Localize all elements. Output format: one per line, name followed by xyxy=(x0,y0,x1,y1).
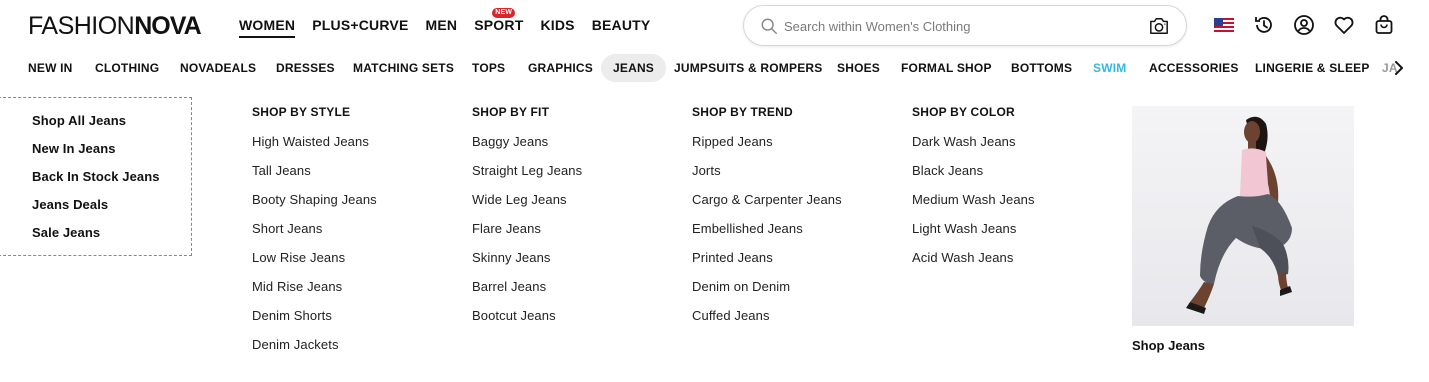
menu-link[interactable]: Tall Jeans xyxy=(252,156,377,185)
cat-swim[interactable]: SWIM xyxy=(1093,54,1126,82)
jeans-quick-links: Shop All Jeans New In Jeans Back In Stoc… xyxy=(0,97,192,256)
cat-bottoms[interactable]: BOTTOMS xyxy=(1011,54,1072,82)
menu-link[interactable]: Medium Wash Jeans xyxy=(912,185,1035,214)
menu-link[interactable]: Embellished Jeans xyxy=(692,214,842,243)
menu-link[interactable]: Cargo & Carpenter Jeans xyxy=(692,185,842,214)
menu-link[interactable]: Barrel Jeans xyxy=(472,272,582,301)
menu-link[interactable]: Black Jeans xyxy=(912,156,1035,185)
nav-beauty-label: BEAUTY xyxy=(591,17,651,33)
cat-formal-shop[interactable]: FORMAL SHOP xyxy=(901,54,992,82)
nav-sport-label: SPORT xyxy=(474,17,524,33)
cat-novadeals[interactable]: NOVADEALS xyxy=(180,54,256,82)
camera-search-icon[interactable] xyxy=(1148,16,1170,36)
quick-link[interactable]: New In Jeans xyxy=(32,135,191,163)
nav-men-label: MEN xyxy=(425,17,458,33)
cat-matching-sets[interactable]: MATCHING SETS xyxy=(353,54,454,82)
nav-women-label: WOMEN xyxy=(239,17,296,33)
history-icon[interactable] xyxy=(1253,14,1275,36)
cat-new-in[interactable]: NEW IN xyxy=(28,54,73,82)
us-flag-icon[interactable] xyxy=(1213,14,1235,36)
cat-dresses[interactable]: DRESSES xyxy=(276,54,335,82)
menu-link[interactable]: Low Rise Jeans xyxy=(252,243,377,272)
cat-jumpsuits-rompers[interactable]: JUMPSUITS & ROMPERS xyxy=(674,54,823,82)
cat-tops[interactable]: TOPS xyxy=(472,54,505,82)
menu-link[interactable]: Baggy Jeans xyxy=(472,127,582,156)
menu-link[interactable]: Acid Wash Jeans xyxy=(912,243,1035,272)
column-heading: SHOP BY STYLE xyxy=(252,105,351,119)
site-header: FASHIONNOVA WOMEN PLUS+CURVE MEN NEW SPO… xyxy=(0,0,1429,50)
search-bar xyxy=(743,5,1187,46)
nav-kids[interactable]: KIDS xyxy=(540,17,574,33)
cat-shoes[interactable]: SHOES xyxy=(837,54,880,82)
cat-lingerie-sleep[interactable]: LINGERIE & SLEEP xyxy=(1255,54,1370,82)
nav-plus-curve-label: PLUS+CURVE xyxy=(312,17,409,33)
new-badge: NEW xyxy=(492,8,516,18)
nav-women[interactable]: WOMEN xyxy=(239,17,296,38)
column-shop-by-trend: SHOP BY TREND Ripped Jeans Jorts Cargo &… xyxy=(692,104,842,330)
menu-link[interactable]: Denim Jackets xyxy=(252,330,377,359)
column-shop-by-fit: SHOP BY FIT Baggy Jeans Straight Leg Jea… xyxy=(472,104,582,330)
quick-link[interactable]: Sale Jeans xyxy=(32,219,191,247)
column-shop-by-style: SHOP BY STYLE High Waisted Jeans Tall Je… xyxy=(252,104,377,359)
cat-graphics[interactable]: GRAPHICS xyxy=(528,54,593,82)
promo-image[interactable] xyxy=(1132,106,1354,326)
menu-link[interactable]: Skinny Jeans xyxy=(472,243,582,272)
nav-sport[interactable]: NEW SPORT xyxy=(474,8,524,33)
column-shop-by-color: SHOP BY COLOR Dark Wash Jeans Black Jean… xyxy=(912,104,1035,272)
menu-link[interactable]: High Waisted Jeans xyxy=(252,127,377,156)
header-utilities xyxy=(1213,14,1413,36)
logo-text-part1: FASHION xyxy=(28,12,135,40)
menu-link[interactable]: Cuffed Jeans xyxy=(692,301,842,330)
column-heading: SHOP BY TREND xyxy=(692,105,793,119)
menu-link[interactable]: Printed Jeans xyxy=(692,243,842,272)
menu-link[interactable]: Mid Rise Jeans xyxy=(252,272,377,301)
menu-link[interactable]: Wide Leg Jeans xyxy=(472,185,582,214)
chevron-right-icon[interactable] xyxy=(1392,60,1406,76)
column-heading: SHOP BY FIT xyxy=(472,105,550,119)
shopping-bag-icon[interactable] xyxy=(1373,14,1395,36)
menu-link[interactable]: Straight Leg Jeans xyxy=(472,156,582,185)
shop-jeans-link[interactable]: Shop Jeans xyxy=(1132,338,1205,353)
menu-link[interactable]: Jorts xyxy=(692,156,842,185)
menu-link[interactable]: Dark Wash Jeans xyxy=(912,127,1035,156)
category-nav: NEW IN CLOTHING NOVADEALS DRESSES MATCHI… xyxy=(0,54,1429,82)
model-photo xyxy=(1132,106,1354,326)
fashion-nova-logo[interactable]: FASHIONNOVA xyxy=(28,12,202,40)
menu-link[interactable]: Flare Jeans xyxy=(472,214,582,243)
menu-link[interactable]: Light Wash Jeans xyxy=(912,214,1035,243)
column-heading: SHOP BY COLOR xyxy=(912,105,1015,119)
menu-link[interactable]: Short Jeans xyxy=(252,214,377,243)
cat-clothing[interactable]: CLOTHING xyxy=(95,54,159,82)
quick-link[interactable]: Jeans Deals xyxy=(32,191,191,219)
nav-beauty[interactable]: BEAUTY xyxy=(592,17,651,33)
nav-plus-curve[interactable]: PLUS+CURVE xyxy=(312,17,408,33)
quick-link[interactable]: Shop All Jeans xyxy=(32,107,191,135)
cat-accessories[interactable]: ACCESSORIES xyxy=(1149,54,1239,82)
logo-text-part2: NOVA xyxy=(134,12,201,40)
wishlist-heart-icon[interactable] xyxy=(1333,14,1355,36)
cat-jeans[interactable]: JEANS xyxy=(601,54,667,82)
account-icon[interactable] xyxy=(1293,14,1315,36)
primary-nav: WOMEN PLUS+CURVE MEN NEW SPORT KIDS BEAU… xyxy=(239,8,667,38)
menu-link[interactable]: Denim Shorts xyxy=(252,301,377,330)
nav-kids-label: KIDS xyxy=(540,17,575,33)
quick-link[interactable]: Back In Stock Jeans xyxy=(32,163,191,191)
menu-link[interactable]: Denim on Denim xyxy=(692,272,842,301)
menu-link[interactable]: Booty Shaping Jeans xyxy=(252,185,377,214)
menu-link[interactable]: Bootcut Jeans xyxy=(472,301,582,330)
search-icon xyxy=(761,18,777,34)
nav-men[interactable]: MEN xyxy=(426,17,458,33)
menu-link[interactable]: Ripped Jeans xyxy=(692,127,842,156)
search-input[interactable] xyxy=(784,16,1124,36)
